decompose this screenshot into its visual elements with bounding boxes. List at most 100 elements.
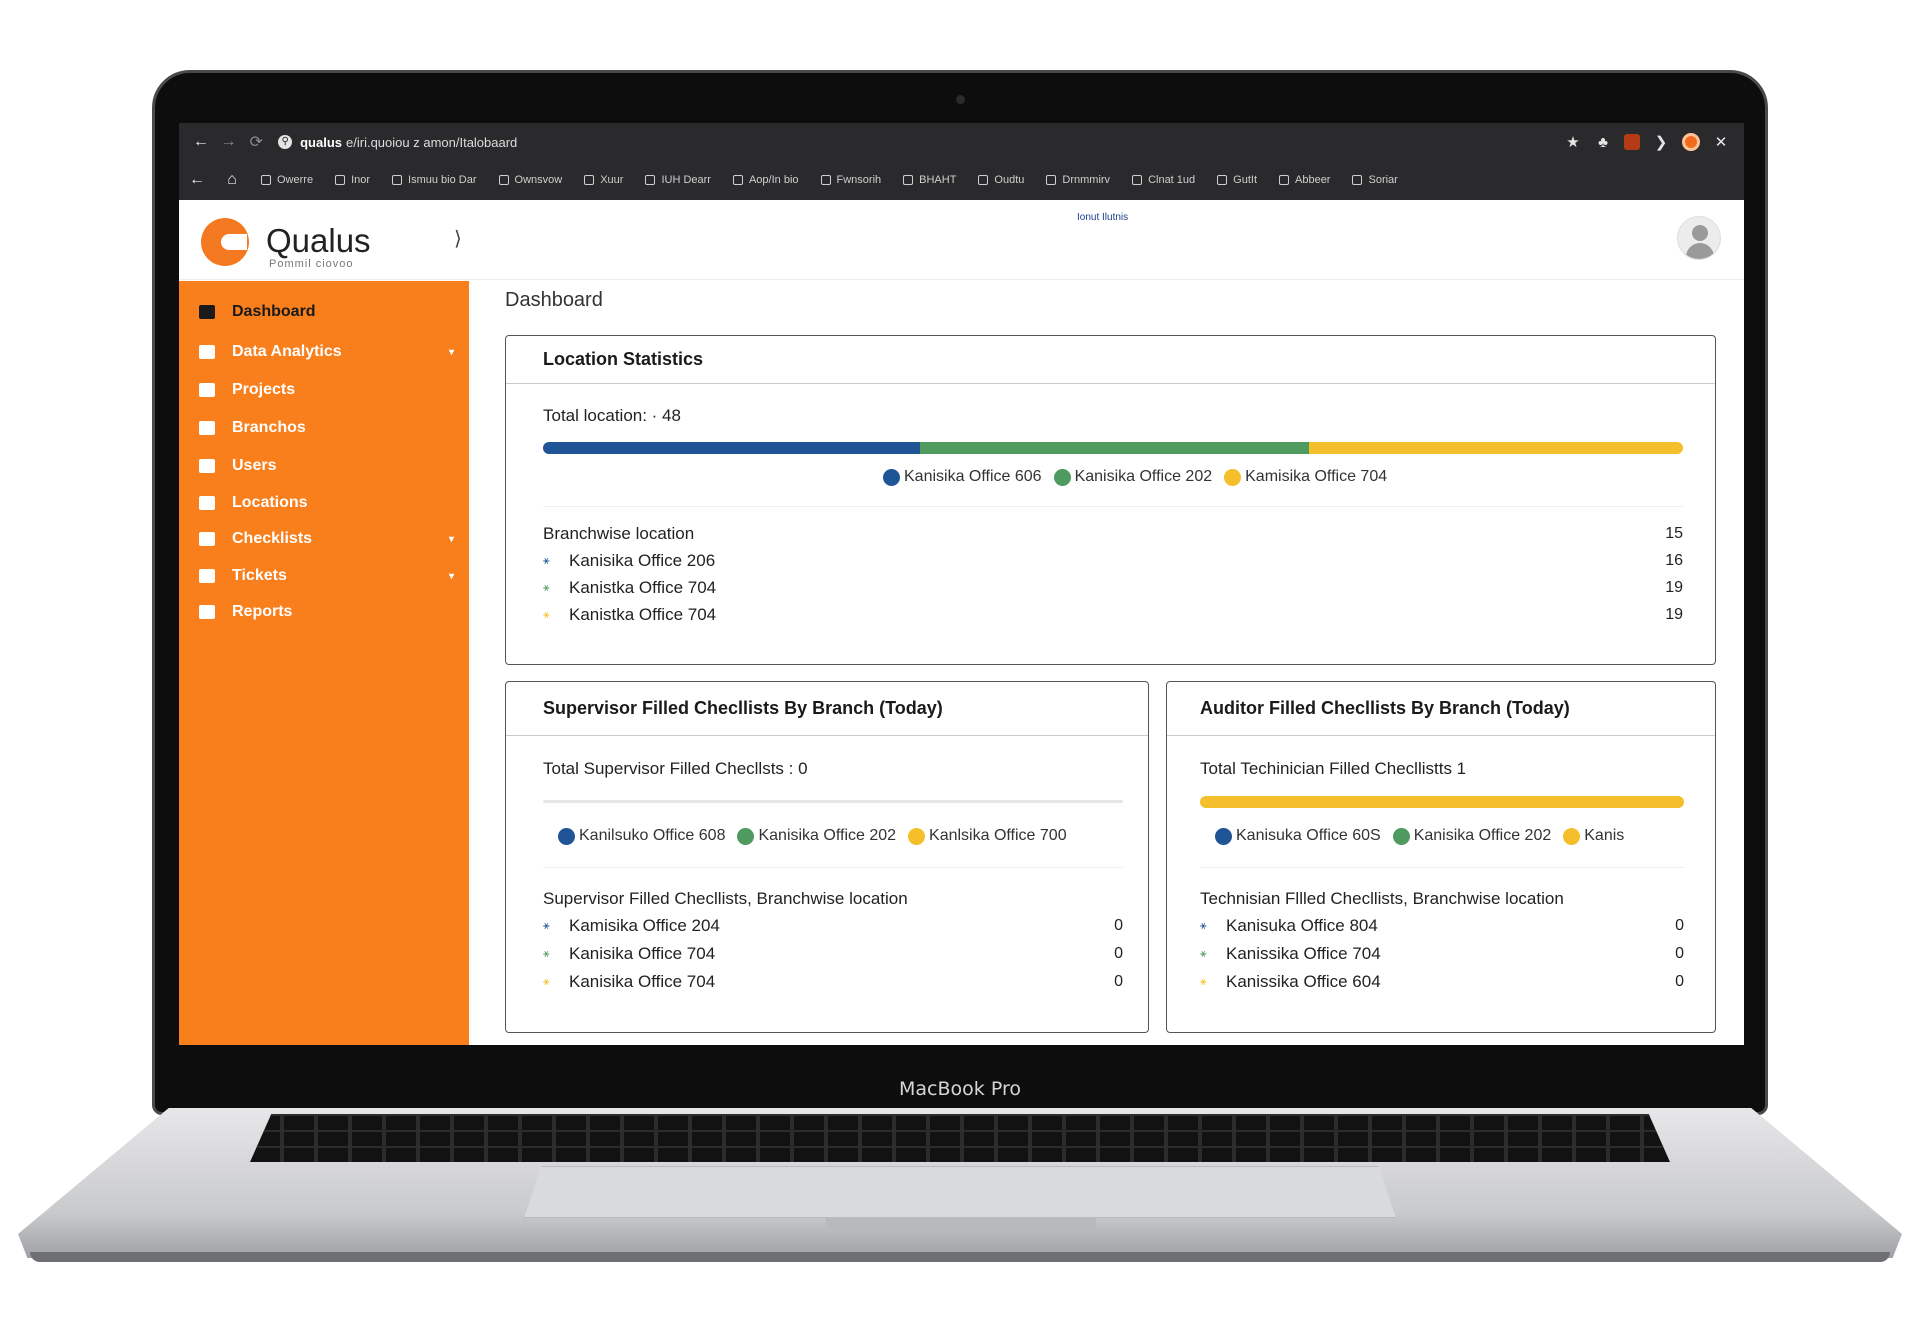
bookmark-item[interactable]: Abbeer: [1279, 174, 1330, 186]
back-icon[interactable]: ←: [187, 133, 215, 151]
sidebar-item-label: Checklists: [232, 530, 313, 547]
close-icon[interactable]: ✕: [1712, 133, 1730, 151]
bookmark-item[interactable]: Owerre: [261, 174, 313, 186]
forward-icon[interactable]: →: [215, 133, 243, 151]
sidebar-item-tickets[interactable]: Tickets ▾: [199, 561, 454, 591]
legend-item: Kanisika Office 202: [737, 827, 896, 845]
profile-icon[interactable]: [1682, 133, 1701, 151]
legend-label: Kanisika Office 606: [904, 468, 1042, 485]
sidebar-item-users[interactable]: Users: [199, 451, 454, 481]
home-icon[interactable]: ⌂: [225, 171, 239, 189]
branch-name: Kamisika Office 204: [569, 916, 720, 935]
extensions-icon[interactable]: ♣: [1594, 134, 1612, 151]
bookmark-icon: [1352, 175, 1363, 185]
bookmark-icon: [903, 175, 914, 185]
chevron-down-icon[interactable]: ▾: [449, 534, 454, 545]
card-title: Supervisor Filled Checllists By Branch (…: [506, 682, 1148, 736]
sidebar-item-reports[interactable]: Reports: [199, 597, 454, 627]
legend-label: Kanisika Office 202: [1074, 468, 1213, 485]
sidebar-item-branchos[interactable]: Branchos: [199, 413, 454, 443]
bar-segment: [543, 442, 921, 454]
branch-name: Kanisika Office 704: [569, 944, 716, 963]
branch-icon: ⚹: [543, 975, 550, 988]
sidebar-toggle-icon[interactable]: ⟩: [454, 226, 462, 251]
chevron-down-icon[interactable]: ▾: [449, 347, 454, 358]
legend-dot: [883, 468, 900, 486]
location-progress-bar: [543, 442, 1683, 454]
bookmark-item[interactable]: Ownsvow: [498, 174, 562, 186]
total-location: Total location: · 48: [543, 406, 681, 425]
sidebar-item-label: Locations: [232, 494, 308, 511]
legend-label: Kanisika Office 202: [758, 827, 897, 844]
bookmark-item[interactable]: GutIt: [1217, 174, 1257, 186]
reload-icon[interactable]: ⟳: [242, 132, 270, 152]
branch-count: 0: [1114, 917, 1123, 934]
auditor-legend: Kanisuka Office 60S Kanisika Office 202 Ka…: [1215, 827, 1624, 845]
reader-icon[interactable]: ❯: [1652, 133, 1670, 151]
sidebar-item-checklists[interactable]: Checklists ▾: [199, 524, 454, 554]
branchos-icon: [199, 421, 215, 435]
branch-icon: ⚹: [1200, 975, 1207, 988]
bookmark-label: Xuur: [600, 174, 624, 186]
site-info-icon[interactable]: ⚲: [278, 135, 293, 149]
bookmark-item[interactable]: Soriar: [1352, 174, 1398, 186]
branch-icon: ⚹: [543, 947, 550, 960]
location-legend: Kanisika Office 606 Kanisika Office 202 Ka…: [883, 468, 1387, 486]
sidebar-item-projects[interactable]: Projects: [199, 375, 454, 405]
sidebar-item-dashboard[interactable]: Dashboard: [199, 297, 454, 327]
sidebar-item-label: Projects: [232, 381, 296, 398]
bookmark-item[interactable]: Drnmmirv: [1046, 174, 1110, 186]
url-path: e/iri.quoiou z amon/Italobaard: [346, 134, 518, 150]
bookmark-icon: [820, 175, 831, 185]
bookmark-icon: [732, 175, 743, 185]
auditor-progress-bar: [1200, 796, 1684, 808]
base-edge: [30, 1252, 1890, 1262]
avatar[interactable]: [1677, 216, 1721, 260]
branch-count: 0: [1114, 973, 1123, 990]
bookmark-label: Clnat 1ud: [1148, 174, 1196, 186]
tickets-icon: [199, 569, 215, 583]
list-item: ⚹ Kanistka Office 704: [543, 578, 716, 598]
bookmark-item[interactable]: BHAHT: [903, 174, 956, 186]
users-icon: [199, 459, 215, 473]
chevron-down-icon[interactable]: ▾: [449, 571, 454, 582]
sidebar-item-locations[interactable]: Locations: [199, 488, 454, 518]
branch-icon: ⚹: [543, 554, 550, 567]
branch-name: Kanisuka Office 804: [1226, 916, 1378, 935]
bookmark-label: GutIt: [1233, 174, 1257, 186]
branch-icon: ⚹: [1200, 947, 1207, 960]
bookmark-item[interactable]: Aop/In bio: [732, 174, 799, 186]
bookmark-star-icon[interactable]: ★: [1564, 133, 1582, 151]
lid-notch: [826, 1218, 1096, 1234]
back-icon[interactable]: ←: [189, 171, 205, 189]
bookmark-item[interactable]: Fwnsorih: [820, 174, 881, 186]
bookmark-icon: [498, 175, 509, 185]
bookmark-item[interactable]: Ismuu bio Dar: [392, 174, 477, 186]
supervisor-card: Supervisor Filled Checllists By Branch (…: [505, 681, 1149, 1033]
data-analytics-icon: [199, 345, 215, 359]
sidebar-item-data-analytics[interactable]: Data Analytics ▾: [199, 337, 454, 367]
bar-segment: [1200, 796, 1684, 808]
divider: [543, 867, 1123, 868]
bookmark-item[interactable]: Xuur: [584, 174, 623, 186]
bookmark-label: Soriar: [1368, 174, 1398, 186]
legend-label: Kanisuka Office 60S: [1236, 827, 1381, 844]
bookmark-item[interactable]: Oudtu: [978, 174, 1024, 186]
bookmark-item[interactable]: Clnat 1ud: [1132, 174, 1195, 186]
bookmark-item[interactable]: Inor: [335, 174, 370, 186]
legend-dot: [1215, 827, 1232, 845]
list-item: ⚹ Kanissika Office 704: [1200, 944, 1381, 964]
url-host: qualus: [300, 134, 343, 150]
app-header: Qualus Pommil ciovoo ⟩ Ionut Ilutnis: [179, 200, 1744, 280]
bookmark-item[interactable]: IUH Dearr: [645, 174, 711, 186]
branch-icon: ⚹: [1200, 919, 1207, 932]
extension-icon[interactable]: [1624, 134, 1641, 150]
sidebar-item-label: Reports: [232, 603, 293, 620]
list-item: ⚹ Kanisika Office 704: [543, 944, 715, 964]
address-bar[interactable]: ⚲ qualus e/iri.quoiou z amon/Italobaard: [278, 128, 1564, 156]
divider: [1200, 867, 1684, 868]
legend-item: Kanilsuko Office 608: [558, 827, 725, 845]
legend-dot: [1392, 827, 1410, 845]
branch-icon: ⚹: [543, 919, 550, 932]
bookmark-label: BHAHT: [919, 174, 957, 186]
